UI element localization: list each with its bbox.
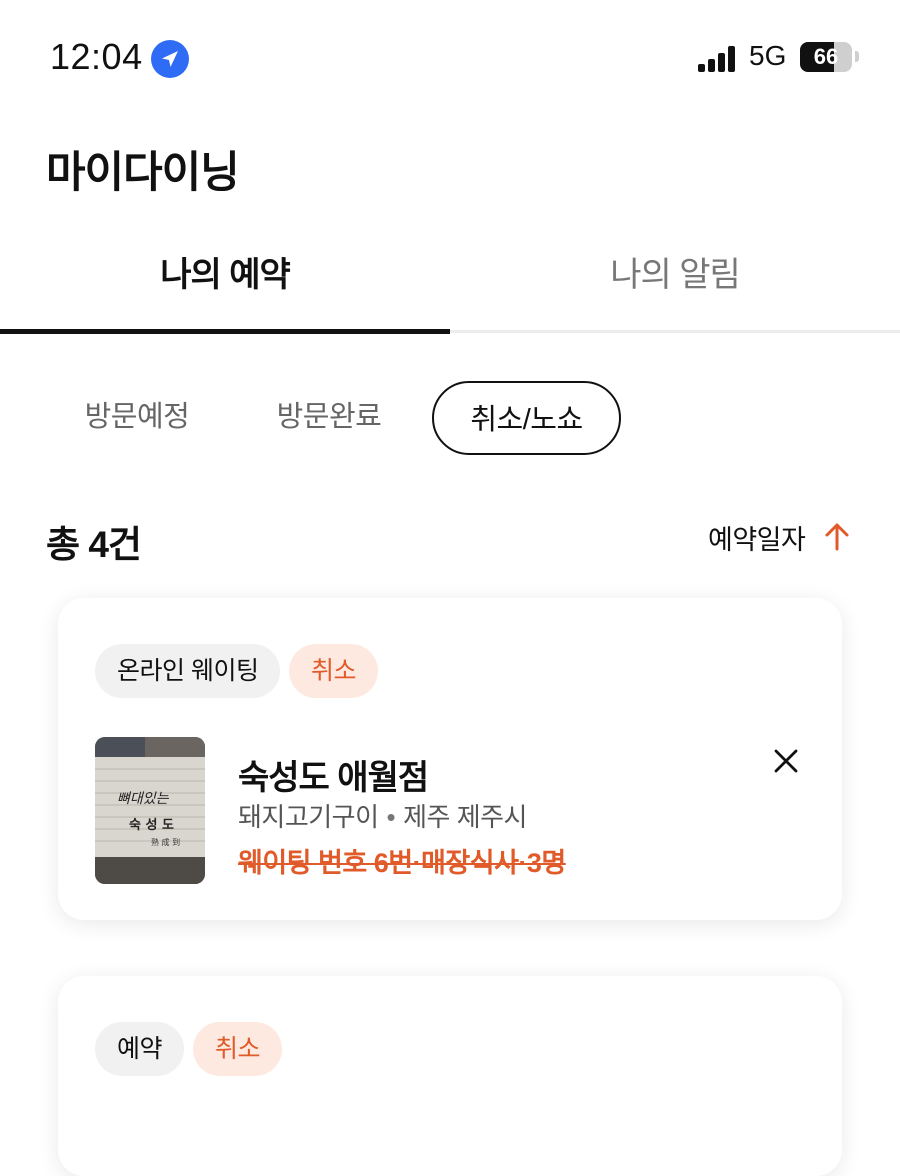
store-meta: 돼지고기구이 • 제주 제주시 [238,797,527,834]
status-time: 12:04 [50,36,143,77]
reservation-detail: 웨이팅 번호 6번·매장식사·3명 [238,848,566,878]
arrow-up-icon [825,523,849,551]
reservation-card[interactable]: 예약 취소 [58,976,842,1176]
tab-my-reservations[interactable]: 나의 예약 [0,232,450,330]
battery-level: 66 [813,44,839,69]
network-type: 5G [749,40,787,71]
thumb-sign-name: 숙 성 도 [129,818,174,833]
location-arrow-icon [151,40,189,78]
battery-icon: 66 [800,42,852,72]
page-title: 마이다이닝 [46,149,240,197]
filter-upcoming-visit[interactable]: 방문예정 [78,380,196,454]
main-tab-bar: 나의 예약 나의 알림 [0,232,900,334]
store-location: 제주 제주시 [403,802,527,832]
signal-bars-icon [698,44,738,72]
thumb-sign-hanja: 熟 成 到 [151,837,180,847]
total-count: 총 4건 [46,524,142,565]
sort-label: 예약일자 [708,525,806,555]
status-bar: 12:04 5G 66 [0,0,900,110]
store-thumbnail: 뼈대있는 숙 성 도 熟 成 到 [95,737,205,884]
status-badge: 취소 [193,1022,283,1076]
store-category: 돼지고기구이 [238,802,379,832]
close-icon[interactable] [768,743,804,779]
reservation-type-badge: 예약 [95,1022,185,1076]
sort-by-date-button[interactable]: 예약일자 [708,518,849,558]
tab-divider [450,330,900,333]
status-filter-group: 방문예정 방문완료 취소/노쇼 [0,380,900,456]
battery-tip [855,51,859,62]
tab-my-notifications[interactable]: 나의 알림 [450,232,900,330]
meta-separator: • [386,802,396,832]
active-tab-indicator [0,329,450,334]
filter-completed-visit[interactable]: 방문완료 [270,380,388,454]
thumb-sign-text: 뼈대있는 [117,791,170,807]
status-badge: 취소 [289,644,379,698]
store-name[interactable]: 숙성도 애월점 [238,750,429,799]
filter-cancelled-noshow[interactable]: 취소/노쇼 [432,381,621,455]
reservation-type-badge: 온라인 웨이팅 [95,644,281,698]
reservation-card[interactable]: 온라인 웨이팅 취소 뼈대있는 숙 성 도 熟 成 到 숙성도 애월점 돼지고기… [58,598,842,920]
